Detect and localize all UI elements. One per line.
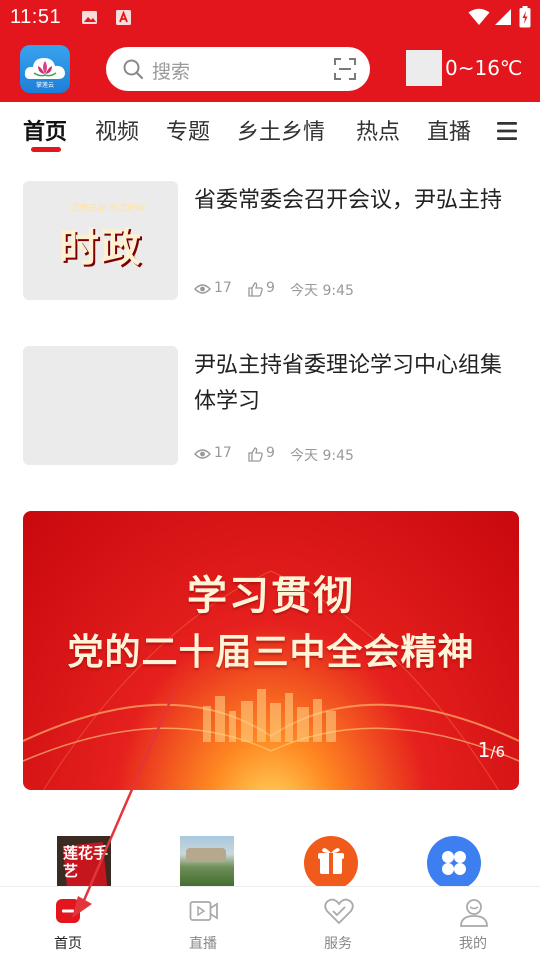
banner-page-current: 1 xyxy=(477,738,491,762)
app-logo-label: 掌莲云 xyxy=(36,81,54,89)
nav-service[interactable]: 服务 xyxy=(283,887,393,960)
menu-icon[interactable] xyxy=(496,121,518,141)
shortcut-apps[interactable] xyxy=(427,836,481,888)
tab-hometown[interactable]: 乡土乡情 xyxy=(237,114,325,146)
views-count: 17 xyxy=(214,445,232,461)
nav-home[interactable]: 首页 xyxy=(13,887,123,960)
shortcut-lianhua-shouyi[interactable]: 莲花手艺 xyxy=(57,836,111,888)
header-bar: 11:51 掌莲云 搜索 0~16℃ xyxy=(0,0,540,102)
article-item[interactable]: 尹弘主持省委理论学习中心组集体学习 17 9 今天 9:45 xyxy=(23,346,523,466)
tab-home[interactable]: 首页 xyxy=(23,114,67,146)
status-bar: 11:51 xyxy=(0,0,540,36)
banner-headline: 学习贯彻 xyxy=(187,573,355,619)
bottom-nav: 首页 直播 服务 我的 xyxy=(0,886,540,960)
thumb-headline: 时政 xyxy=(59,224,143,271)
likes-count: 9 xyxy=(266,445,275,461)
article-title: 尹弘主持省委理论学习中心组集体学习 xyxy=(194,353,503,414)
publish-time: 今天 9:45 xyxy=(290,283,354,299)
nav-label: 直播 xyxy=(189,936,217,952)
nav-profile[interactable]: 我的 xyxy=(418,887,528,960)
gift-icon xyxy=(304,836,358,888)
active-tab-indicator xyxy=(31,147,61,152)
views-count: 17 xyxy=(214,280,232,296)
live-video-icon xyxy=(189,901,218,921)
nav-label: 服务 xyxy=(324,936,352,952)
views-icon xyxy=(194,284,211,294)
channel-tabs: 首页 视频 专题 乡土乡情 热点 直播 xyxy=(0,102,540,158)
signal-icon xyxy=(495,9,511,25)
lotus-cloud-logo-icon: 掌莲云 xyxy=(24,58,65,89)
likes-count: 9 xyxy=(266,280,275,296)
apps-icon xyxy=(427,836,481,888)
article-title: 省委常委会召开会议，尹弘主持 xyxy=(194,188,503,213)
publish-time: 今天 9:45 xyxy=(290,448,354,464)
article-item[interactable]: 江西日报 大江新闻 时政 省委常委会召开会议，尹弘主持 17 9 今天 9:45 xyxy=(23,181,523,301)
app-notification-icon xyxy=(116,10,131,25)
like-icon xyxy=(248,447,263,462)
nav-label: 首页 xyxy=(54,936,82,952)
service-heart-icon xyxy=(324,898,354,925)
nav-live[interactable]: 直播 xyxy=(148,887,258,960)
banner-page-total: /6 xyxy=(490,743,505,761)
views-icon xyxy=(194,449,211,459)
profile-icon xyxy=(460,899,488,927)
search-placeholder: 搜索 xyxy=(152,61,191,83)
like-icon xyxy=(248,282,263,297)
wifi-icon xyxy=(468,8,490,25)
app-logo[interactable]: 掌莲云 xyxy=(20,45,70,93)
tab-topics[interactable]: 专题 xyxy=(166,114,210,146)
tab-live[interactable]: 直播 xyxy=(427,114,471,146)
article-thumbnail-placeholder xyxy=(23,346,178,465)
tab-hot[interactable]: 热点 xyxy=(356,114,400,146)
shortcut-gift[interactable] xyxy=(304,836,358,888)
temperature-text: 0~16℃ xyxy=(445,56,523,80)
home-icon xyxy=(56,899,80,923)
banner-subheadline: 党的二十届三中全会精神 xyxy=(67,632,475,673)
banner-pager: 1/6 xyxy=(478,738,505,762)
shortcut-landscape[interactable] xyxy=(180,836,234,888)
search-icon xyxy=(123,59,144,80)
nav-label: 我的 xyxy=(459,936,487,952)
shortcut-label: 莲花手艺 xyxy=(63,844,109,880)
weather-icon xyxy=(406,50,442,86)
search-bar[interactable]: 搜索 xyxy=(106,47,370,91)
thumb-caption: 江西日报 大江新闻 xyxy=(69,204,144,214)
scan-icon[interactable] xyxy=(334,58,356,80)
banner-carousel[interactable]: 学习贯彻 党的二十届三中全会精神 1/6 xyxy=(23,511,519,790)
tab-video[interactable]: 视频 xyxy=(95,114,139,146)
article-thumbnail: 江西日报 大江新闻 时政 xyxy=(23,181,178,300)
battery-icon xyxy=(519,6,531,28)
status-time: 11:51 xyxy=(10,6,62,28)
gallery-notification-icon xyxy=(82,11,97,24)
